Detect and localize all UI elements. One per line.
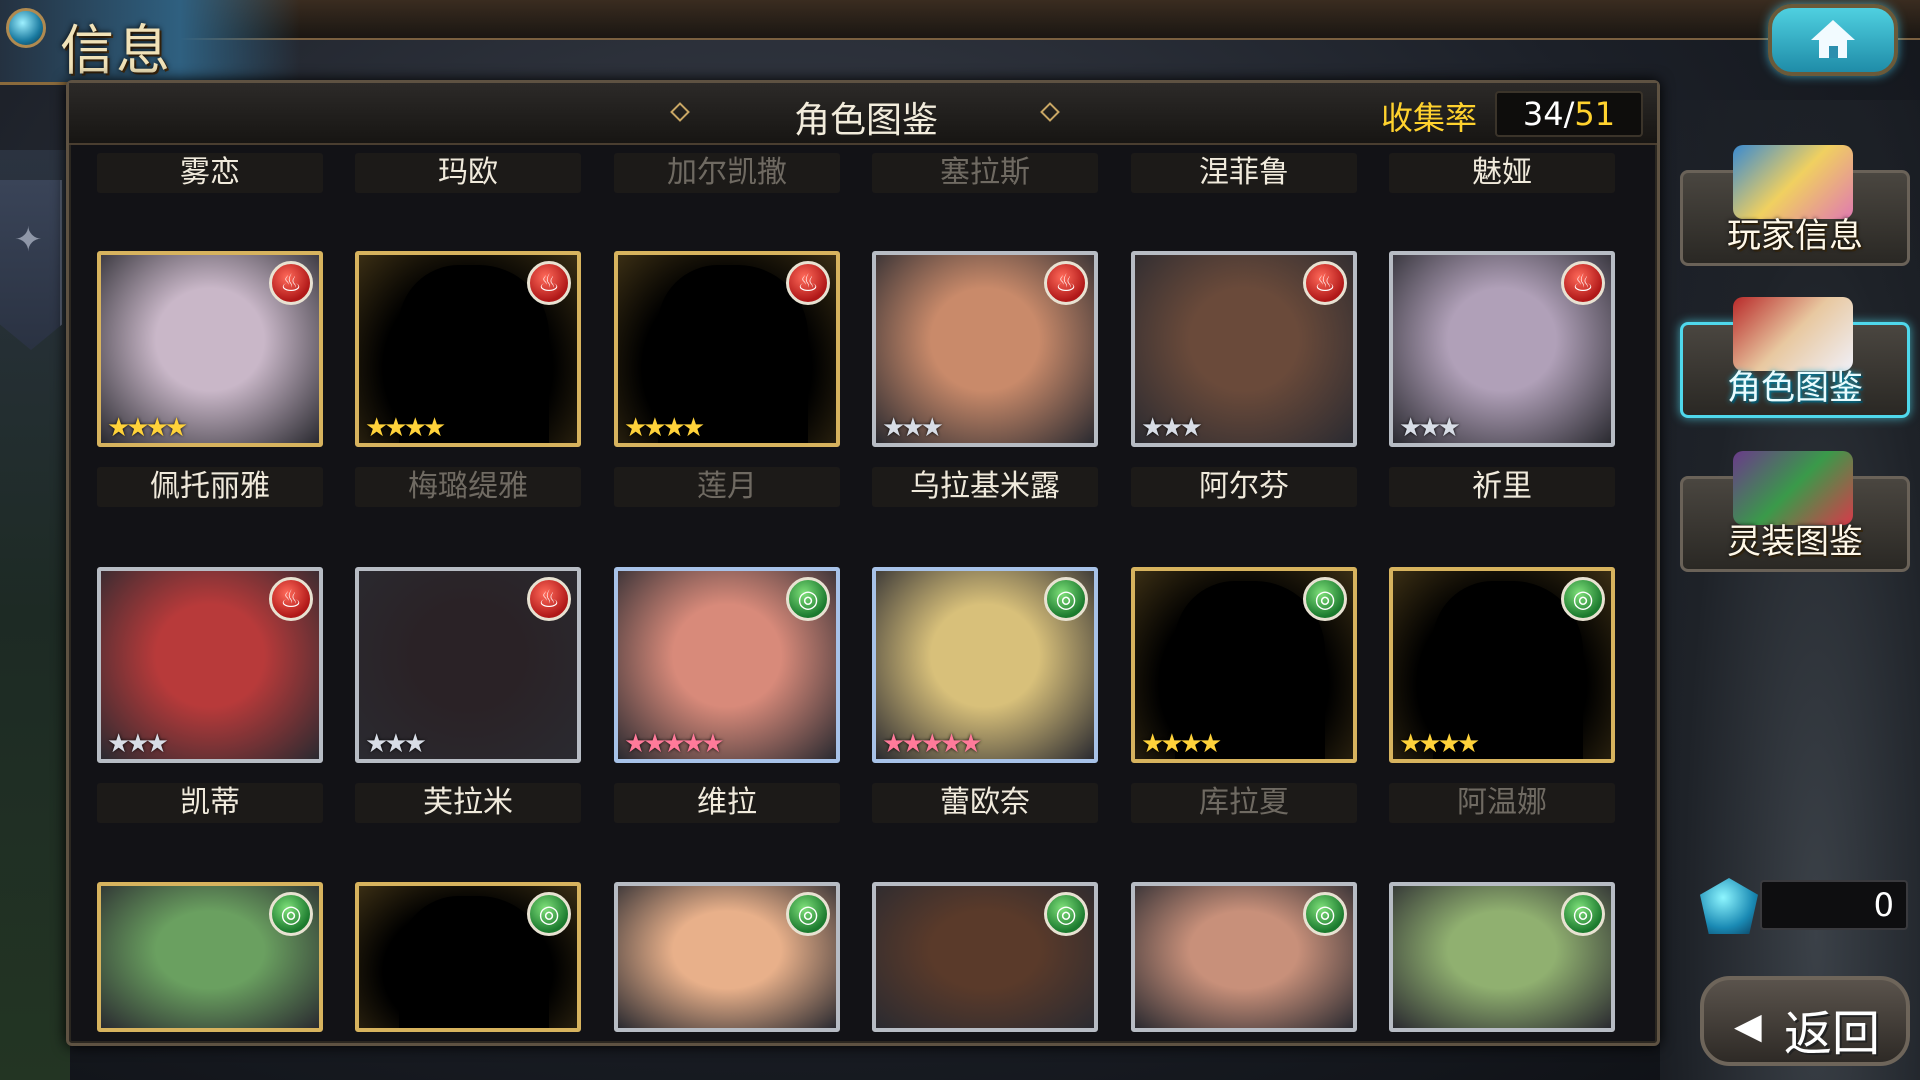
character-name: 芙拉米 — [355, 783, 581, 823]
character-name: 祈里 — [1389, 467, 1615, 507]
locked-character-card[interactable]: ♨ ★★★★ — [614, 251, 840, 447]
character-card[interactable]: ◎ — [97, 882, 323, 1032]
character-name: 加尔凯撒 — [614, 153, 840, 193]
rarity-stars: ★★★★★ — [882, 729, 983, 759]
collection-separator: / — [1563, 95, 1575, 133]
character-name: 魅娅 — [1389, 153, 1615, 193]
rarity-stars: ★★★ — [1399, 413, 1461, 443]
character-card[interactable]: ♨ ★★★ — [872, 251, 1098, 447]
character-card[interactable]: ♨ ★★★★ — [97, 251, 323, 447]
title-plate: 信息 — [0, 0, 300, 85]
fire-element-icon: ♨ — [786, 261, 830, 305]
character-name: 佩托丽雅 — [97, 467, 323, 507]
character-name: 莲月 — [614, 467, 840, 507]
character-name: 阿尔芬 — [1131, 467, 1357, 507]
character-card[interactable]: ♨ ★★★ — [1389, 251, 1615, 447]
equipment-codex-label: 灵装图鉴 — [1727, 522, 1863, 562]
character-name: 雾恋 — [97, 153, 323, 193]
rarity-stars: ★★★★ — [365, 413, 446, 443]
home-icon — [1811, 20, 1855, 60]
character-name: 蕾欧奈 — [872, 783, 1098, 823]
character-card[interactable]: ♨ ★★★ — [355, 567, 581, 763]
back-arrow-icon: ◀ — [1734, 1006, 1762, 1047]
wind-element-icon: ◎ — [1561, 577, 1605, 621]
character-name: 塞拉斯 — [872, 153, 1098, 193]
character-name: 凯蒂 — [97, 783, 323, 823]
character-card[interactable]: ♨ ★★★ — [97, 567, 323, 763]
collection-rate-label: 收集率 — [1381, 99, 1478, 137]
character-card[interactable]: ◎ — [614, 882, 840, 1032]
back-label: 返回 — [1784, 1006, 1881, 1062]
wind-element-icon: ◎ — [786, 577, 830, 621]
wind-element-icon: ◎ — [1303, 577, 1347, 621]
character-codex-label: 角色图鉴 — [1727, 368, 1863, 408]
fire-element-icon: ♨ — [1303, 261, 1347, 305]
collection-owned: 34 — [1522, 95, 1564, 133]
fire-element-icon: ♨ — [527, 577, 571, 621]
home-button[interactable] — [1768, 4, 1898, 76]
rarity-stars: ★★★★ — [1141, 729, 1222, 759]
character-card[interactable]: ♨ ★★★ — [1131, 251, 1357, 447]
locked-character-card[interactable]: ◎ ★★★★ — [1389, 567, 1615, 763]
locked-character-card[interactable]: ♨ ★★★★ — [355, 251, 581, 447]
rarity-stars: ★★★ — [1141, 413, 1203, 443]
wind-element-icon: ◎ — [1303, 892, 1347, 936]
wind-element-icon: ◎ — [1044, 577, 1088, 621]
rarity-stars: ★★★ — [882, 413, 944, 443]
wind-element-icon: ◎ — [1044, 892, 1088, 936]
fire-element-icon: ♨ — [1044, 261, 1088, 305]
character-card[interactable]: ◎ ★★★★★ — [872, 567, 1098, 763]
player-info-label: 玩家信息 — [1727, 216, 1863, 256]
character-name: 库拉夏 — [1131, 783, 1357, 823]
collection-rate-value: 34/51 — [1495, 91, 1643, 137]
codex-panel: 角色图鉴 收集率 34/51 雾恋 玛欧 加尔凯撒 塞拉斯 涅菲鲁 魅娅 ♨ ★★★★ 佩托丽雅… — [66, 80, 1660, 1046]
character-name: 维拉 — [614, 783, 840, 823]
background-banner: ✦ — [0, 180, 62, 350]
rarity-stars: ★★★★ — [1399, 729, 1480, 759]
rarity-stars: ★★★★★ — [624, 729, 725, 759]
rarity-stars: ★★★ — [107, 729, 169, 759]
wind-element-icon: ◎ — [1561, 892, 1605, 936]
character-card[interactable]: ◎ ★★★★★ — [614, 567, 840, 763]
character-codex-button[interactable]: 角色图鉴 — [1680, 297, 1910, 418]
character-name: 阿温娜 — [1389, 783, 1615, 823]
rarity-stars: ★★★ — [365, 729, 427, 759]
collection-total: 51 — [1574, 95, 1616, 133]
fire-element-icon: ♨ — [1561, 261, 1605, 305]
panel-header: 角色图鉴 收集率 34/51 — [69, 83, 1657, 145]
fire-element-icon: ♨ — [527, 261, 571, 305]
character-name: 涅菲鲁 — [1131, 153, 1357, 193]
player-info-button[interactable]: 玩家信息 — [1680, 145, 1910, 266]
page-title: 信息 — [60, 19, 172, 82]
rarity-stars: ★★★★ — [107, 413, 188, 443]
character-name: 梅璐缇雅 — [355, 467, 581, 507]
character-card[interactable]: ◎ — [872, 882, 1098, 1032]
character-card[interactable]: ◎ — [1389, 882, 1615, 1032]
wind-element-icon: ◎ — [527, 892, 571, 936]
character-name: 乌拉基米露 — [872, 467, 1098, 507]
character-name: 玛欧 — [355, 153, 581, 193]
fire-element-icon: ♨ — [269, 577, 313, 621]
rarity-stars: ★★★★ — [624, 413, 705, 443]
back-button[interactable]: ◀ 返回 — [1700, 976, 1910, 1066]
wind-element-icon: ◎ — [269, 892, 313, 936]
title-orb-icon — [6, 8, 46, 48]
character-card[interactable]: ◎ — [1131, 882, 1357, 1032]
locked-character-card[interactable]: ◎ ★★★★ — [1131, 567, 1357, 763]
locked-character-card[interactable]: ◎ — [355, 882, 581, 1032]
fire-element-icon: ♨ — [269, 261, 313, 305]
equipment-codex-button[interactable]: 灵装图鉴 — [1680, 451, 1910, 572]
wind-element-icon: ◎ — [786, 892, 830, 936]
banner-emblem-icon: ✦ — [14, 220, 43, 260]
currency-counter: 0 — [1760, 880, 1908, 930]
